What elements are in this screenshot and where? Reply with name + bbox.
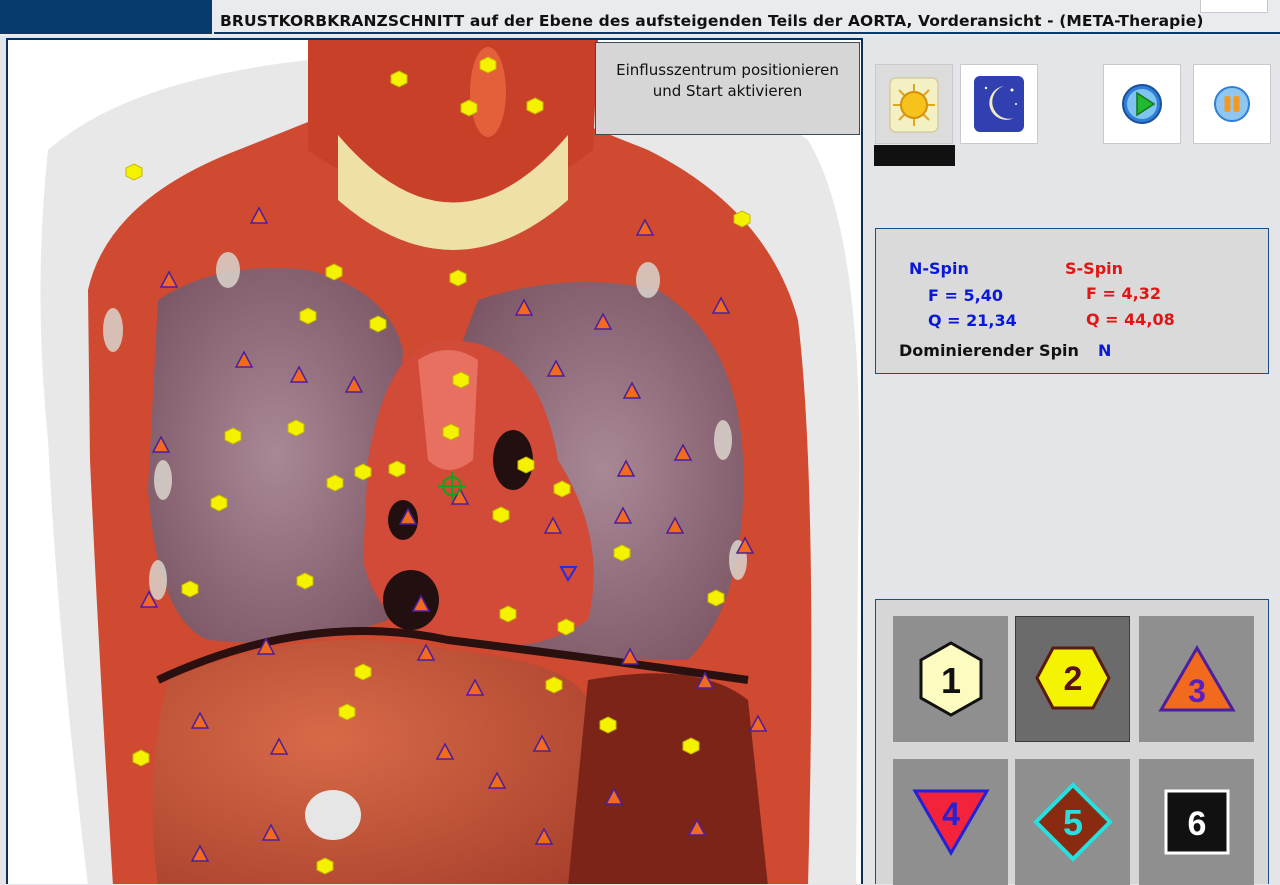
dominant-spin-label: Dominierender Spin [899, 341, 1079, 360]
marker-3-label: 3 [1188, 673, 1206, 709]
anatomy-illustration [8, 40, 861, 884]
diamond-marker-icon: 5 [1032, 782, 1113, 862]
triangle-down-marker-icon: 4 [911, 789, 990, 856]
n-spin-f-value: F = 5,40 [928, 286, 1003, 305]
window-title: BRUSTKORBKRANZSCHNITT auf der Ebene des … [220, 12, 1204, 30]
hint-line-1: Einflusszentrum positionieren [616, 61, 839, 79]
day-mode-button[interactable] [875, 64, 953, 144]
sun-icon [889, 77, 939, 133]
marker-selection-panel: 1 2 3 4 5 6 [875, 599, 1269, 885]
pause-button[interactable] [1193, 64, 1271, 144]
s-spin-q-value: Q = 44,08 [1086, 310, 1175, 329]
marker-2-label: 2 [1063, 660, 1082, 698]
active-mode-indicator [874, 145, 955, 166]
marker-button-6[interactable]: 6 [1139, 759, 1254, 885]
s-spin-title: S-Spin [1065, 259, 1124, 278]
start-button[interactable] [1103, 64, 1181, 144]
triangle-up-marker-icon: 3 [1157, 645, 1236, 712]
marker-button-1[interactable]: 1 [893, 616, 1008, 742]
n-spin-title: N-Spin [909, 259, 969, 278]
dominant-spin-value: N [1098, 341, 1112, 360]
moon-icon [974, 76, 1024, 132]
marker-button-4[interactable]: 4 [893, 759, 1008, 885]
hexagon-marker-icon: 2 [1034, 646, 1111, 710]
marker-5-label: 5 [1062, 802, 1082, 843]
play-icon [1122, 84, 1162, 124]
marker-1-label: 1 [940, 660, 960, 701]
marker-button-5[interactable]: 5 [1015, 759, 1130, 885]
marker-button-2[interactable]: 2 [1015, 616, 1130, 742]
pause-icon [1214, 86, 1250, 122]
spin-results-panel: N-Spin S-Spin F = 5,40 Q = 21,34 F = 4,3… [875, 228, 1269, 374]
hint-box: Einflusszentrum positionieren und Start … [595, 42, 860, 135]
hexagon-marker-icon: 1 [919, 641, 982, 717]
n-spin-q-value: Q = 21,34 [928, 311, 1017, 330]
hint-line-2: und Start aktivieren [652, 82, 803, 100]
marker-6-label: 6 [1187, 805, 1206, 843]
logo-block [0, 0, 212, 34]
top-right-box [1200, 0, 1268, 13]
night-mode-button[interactable] [960, 64, 1038, 144]
marker-4-label: 4 [942, 796, 960, 832]
square-marker-icon: 6 [1164, 789, 1229, 855]
s-spin-f-value: F = 4,32 [1086, 284, 1161, 303]
anatomy-image-panel[interactable] [6, 38, 863, 884]
marker-button-3[interactable]: 3 [1139, 616, 1254, 742]
